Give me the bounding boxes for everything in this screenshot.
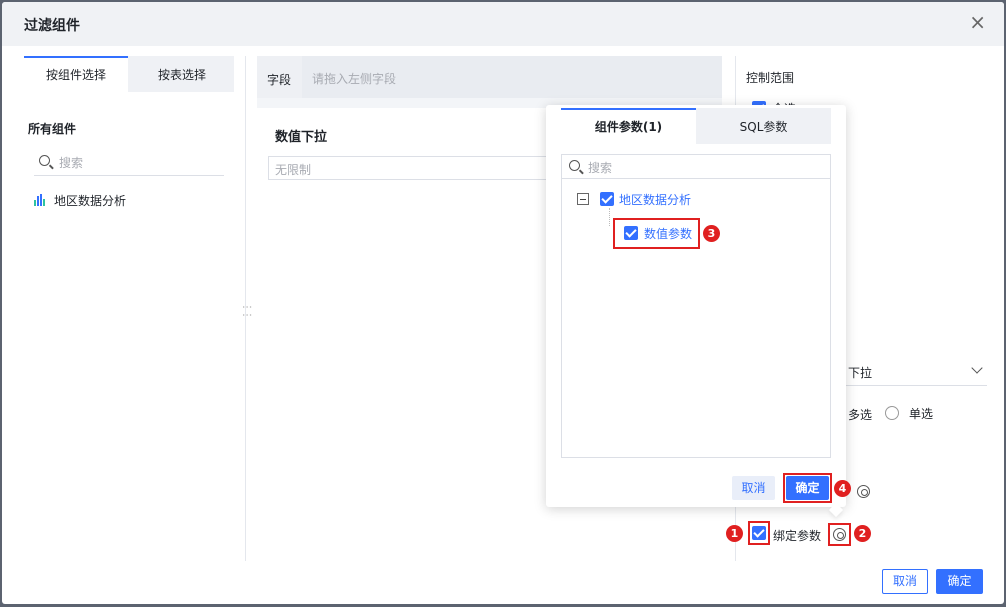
left-tabs: 按组件选择 按表选择 <box>24 56 234 92</box>
popover-tabs: 组件参数(1) SQL参数 <box>561 108 831 144</box>
ok-button[interactable]: 确定 <box>936 569 983 594</box>
preview-placeholder: 无限制 <box>275 163 312 177</box>
search-placeholder: 搜索 <box>588 161 613 175</box>
filter-component-dialog: 过滤组件 × 按组件选择 按表选择 所有组件 搜索 地区数据分析 ⋮⋮ 字段 请… <box>2 2 1004 604</box>
popover-ok-highlight: 确定 <box>783 473 832 503</box>
all-components-label: 所有组件 <box>28 122 77 136</box>
search-icon <box>39 155 50 166</box>
type-select-value: 下拉 <box>848 366 873 380</box>
mode-multi-label[interactable]: 多选 <box>848 406 872 423</box>
field-label: 字段 <box>267 73 292 87</box>
type-select[interactable]: 下拉 <box>835 356 987 386</box>
bar-chart-icon <box>34 194 48 206</box>
mode-single-label: 单选 <box>909 407 934 421</box>
preview-title: 数值下拉 <box>275 130 328 145</box>
bind-param-highlight <box>748 521 770 545</box>
dialog-title: 过滤组件 <box>24 18 80 34</box>
cancel-button[interactable]: 取消 <box>882 569 928 594</box>
tree-parent-label[interactable]: 地区数据分析 <box>619 191 691 208</box>
component-item-label: 地区数据分析 <box>54 194 127 208</box>
search-icon <box>569 160 580 171</box>
left-panel: 按组件选择 按表选择 所有组件 搜索 地区数据分析 <box>2 46 245 561</box>
tab-component-params[interactable]: 组件参数(1) <box>561 108 696 144</box>
tab-sql-params[interactable]: SQL参数 <box>696 108 831 144</box>
field-bar: 字段 请拖入左侧字段 <box>257 56 722 98</box>
tab-by-table[interactable]: 按表选择 <box>130 56 234 92</box>
tree-parent-checkbox[interactable] <box>600 192 614 206</box>
popover-ok-button[interactable]: 确定 <box>786 476 829 500</box>
param-tree-box: 搜索 地区数据分析 数值参数 3 <box>561 154 831 458</box>
tree-child-highlight: 数值参数 <box>613 218 700 249</box>
tree-child-checkbox[interactable] <box>624 226 638 240</box>
param-search-input[interactable]: 搜索 <box>562 155 830 179</box>
popover-cancel-button[interactable]: 取消 <box>732 476 775 500</box>
mode-single-radio[interactable] <box>885 406 899 420</box>
drag-handle[interactable]: ⋮⋮ <box>241 302 252 318</box>
control-range-label: 控制范围 <box>746 71 795 85</box>
tab-by-component[interactable]: 按组件选择 <box>24 56 128 92</box>
tree-child-label[interactable]: 数值参数 <box>644 225 692 242</box>
search-placeholder: 搜索 <box>59 156 84 170</box>
step-badge-1: 1 <box>726 525 743 542</box>
field-placeholder: 请拖入左侧字段 <box>312 72 397 86</box>
step-badge-2: 2 <box>854 525 871 542</box>
step-badge-3: 3 <box>703 225 720 242</box>
collapse-icon[interactable] <box>577 193 589 205</box>
param-binding-popover: 组件参数(1) SQL参数 搜索 地区数据分析 数值参数 3 取消 确定 4 <box>546 105 851 518</box>
tree-connector <box>609 208 610 226</box>
bind-param-checkbox[interactable] <box>752 526 766 540</box>
bind-param-label: 绑定参数 <box>773 529 822 543</box>
preview-select[interactable]: 无限制 <box>268 156 568 180</box>
step-badge-4: 4 <box>834 480 851 497</box>
close-icon[interactable]: × <box>969 12 986 32</box>
bind-param-gear-highlight <box>828 523 851 546</box>
field-drop-input[interactable]: 请拖入左侧字段 <box>302 56 722 98</box>
chevron-down-icon <box>971 362 983 374</box>
gear-icon[interactable] <box>833 528 846 541</box>
component-search-input[interactable]: 搜索 <box>34 146 224 176</box>
gear-icon[interactable] <box>857 485 870 498</box>
dialog-header: 过滤组件 × <box>2 2 1004 46</box>
